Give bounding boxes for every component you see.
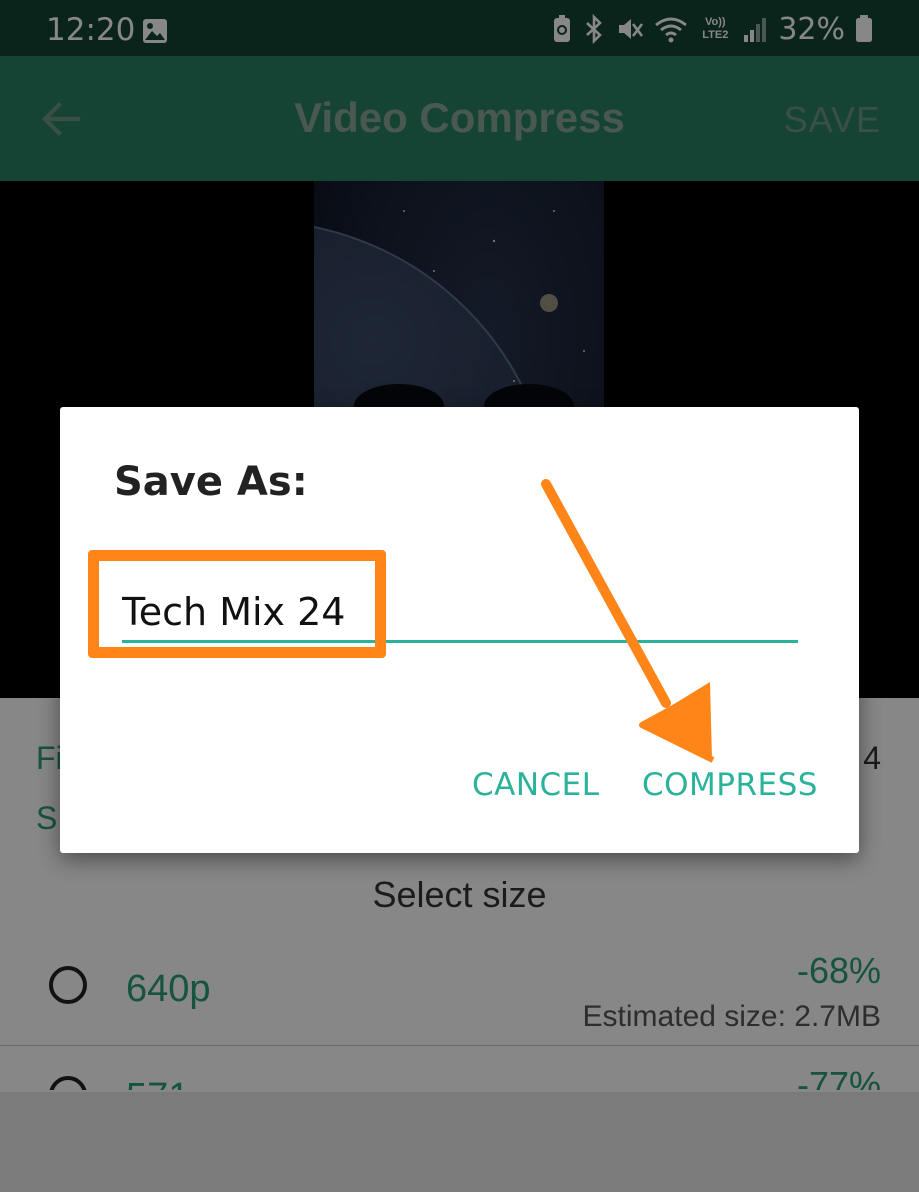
- compress-button[interactable]: COMPRESS: [642, 767, 818, 803]
- cancel-button[interactable]: CANCEL: [472, 767, 600, 803]
- dialog-title: Save As:: [114, 459, 308, 505]
- highlight-annotation-box: [88, 550, 386, 658]
- save-as-dialog: Save As: CANCEL COMPRESS: [60, 407, 859, 853]
